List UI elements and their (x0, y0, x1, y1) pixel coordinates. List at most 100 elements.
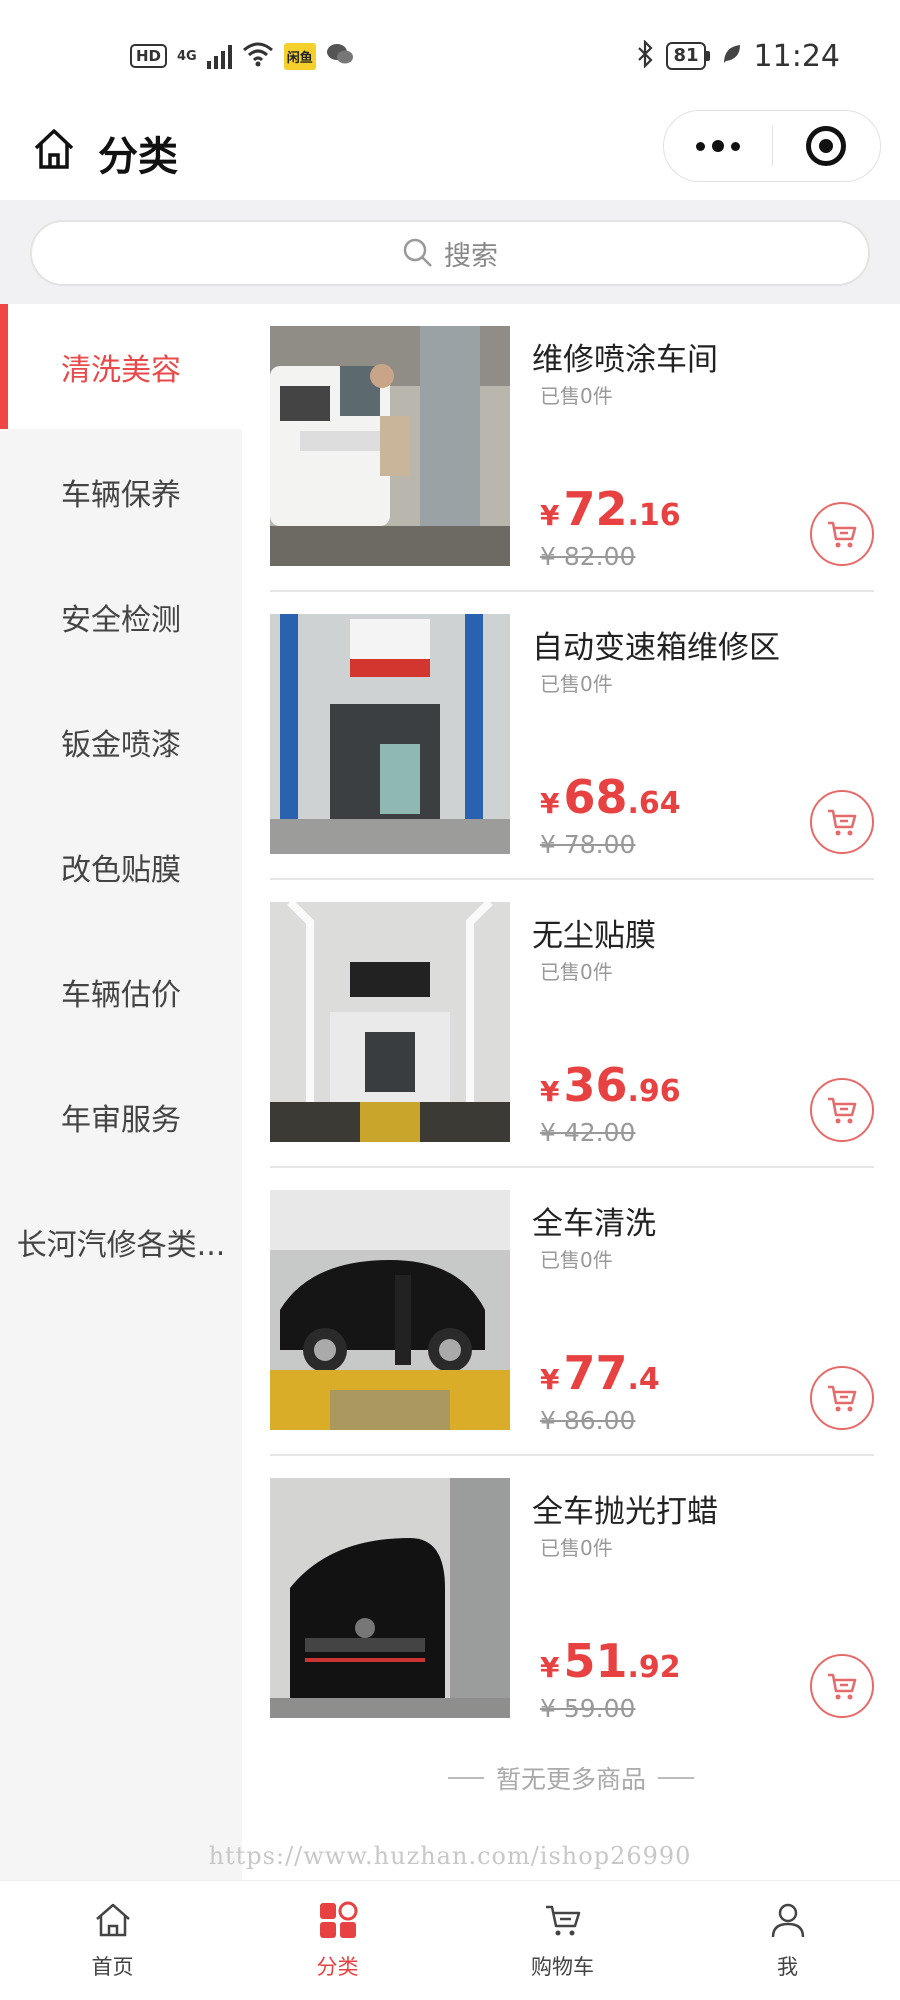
sidebar-item-annual-inspection[interactable]: 年审服务 (0, 1054, 242, 1179)
home-icon (34, 129, 74, 169)
divider (447, 1777, 484, 1779)
add-to-cart-button[interactable] (810, 1654, 874, 1718)
target-icon (806, 126, 847, 166)
product-name: 维修喷涂车间 (532, 342, 718, 378)
sidebar-item-safety-check[interactable]: 安全检测 (0, 554, 242, 679)
product-card[interactable]: 维修喷涂车间 已售0件 ¥72.16 ¥ 82.00 (270, 304, 874, 592)
home-button[interactable] (28, 123, 80, 175)
category-sidebar: 清洗美容 车辆保养 安全检测 钣金喷漆 改色贴膜 车辆估价 年审服务 长河汽修各… (0, 304, 242, 1880)
app-notification-icon: 闲鱼 (283, 42, 316, 70)
no-more-label: 暂无更多商品 (495, 1765, 646, 1794)
status-right: 81 11:24 (636, 36, 840, 76)
product-card[interactable]: 全车抛光打蜡 已售0件 ¥51.92 ¥ 59.00 (270, 1456, 874, 1744)
watermark: https://www.huzhan.com/ishop26990 (208, 1842, 692, 1870)
tab-me[interactable]: 我 (675, 1881, 900, 2000)
product-name: 无尘贴膜 (532, 918, 656, 954)
product-name: 自动变速箱维修区 (532, 630, 780, 666)
no-more-items: 暂无更多商品 (242, 1758, 900, 1798)
sidebar-item-label: 清洗美容 (61, 352, 181, 388)
add-to-cart-button[interactable] (810, 1366, 874, 1430)
sidebar-item-wrap[interactable]: 改色贴膜 (0, 804, 242, 929)
sidebar-item-label: 车辆保养 (61, 477, 181, 513)
status-bar: HD 4G 闲鱼 81 11:24 (0, 0, 900, 110)
product-card[interactable]: 全车清洗 已售0件 ¥77.4 ¥ 86.00 (270, 1168, 874, 1456)
product-image[interactable] (270, 614, 510, 854)
product-original-price: ¥ 59.00 (540, 1694, 636, 1723)
product-image[interactable] (270, 1190, 510, 1430)
tab-cart[interactable]: 购物车 (450, 1881, 675, 2000)
product-price: ¥68.64 (540, 770, 681, 824)
product-card[interactable]: 自动变速箱维修区 已售0件 ¥68.64 ¥ 78.00 (270, 592, 874, 880)
battery-level: 81 (666, 42, 706, 70)
sidebar-item-label: 钣金喷漆 (61, 727, 181, 763)
tab-label: 购物车 (531, 1955, 594, 1979)
product-original-price: ¥ 86.00 (540, 1406, 636, 1435)
nav-bar: 分类 (0, 110, 900, 200)
more-button[interactable] (664, 111, 772, 181)
tab-label: 首页 (91, 1955, 134, 1979)
product-sold-count: 已售0件 (540, 1536, 613, 1560)
product-sold-count: 已售0件 (540, 672, 613, 696)
cart-icon (828, 809, 857, 836)
product-image[interactable] (270, 1478, 510, 1718)
sidebar-item-sheet-metal[interactable]: 钣金喷漆 (0, 679, 242, 804)
wifi-icon (242, 41, 274, 71)
clock: 11:24 (753, 38, 840, 74)
add-to-cart-button[interactable] (810, 790, 874, 854)
tab-label: 分类 (316, 1955, 359, 1979)
sidebar-item-repair-all[interactable]: 长河汽修各类... (0, 1179, 242, 1304)
product-price: ¥36.96 (540, 1058, 681, 1112)
product-price: ¥77.4 (540, 1346, 660, 1400)
sidebar-item-valuation[interactable]: 车辆估价 (0, 929, 242, 1054)
product-image[interactable] (270, 902, 510, 1142)
bluetooth-icon (636, 39, 654, 72)
product-sold-count: 已售0件 (540, 1248, 613, 1272)
cart-icon (828, 1097, 857, 1124)
leaf-icon (722, 43, 742, 69)
hd-indicator: HD (130, 44, 168, 68)
mini-program-capsule (663, 110, 881, 182)
signal-icon (206, 43, 232, 69)
add-to-cart-button[interactable] (810, 502, 874, 566)
user-icon (765, 1897, 811, 1943)
tab-bar: 首页 分类 购物车 我 (0, 1880, 900, 2000)
search-area: 搜索 (0, 200, 900, 304)
sidebar-item-maintenance[interactable]: 车辆保养 (0, 429, 242, 554)
product-original-price: ¥ 78.00 (540, 830, 636, 859)
tab-category[interactable]: 分类 (225, 1881, 450, 2000)
wechat-icon (326, 42, 354, 70)
sidebar-item-label: 改色贴膜 (61, 852, 181, 888)
product-list: 维修喷涂车间 已售0件 ¥72.16 ¥ 82.00 自动变速箱维修区 已售0件… (242, 304, 900, 1880)
close-button[interactable] (773, 111, 881, 181)
sidebar-item-label: 安全检测 (61, 602, 181, 638)
more-dots-icon (711, 140, 724, 152)
category-icon (315, 1897, 361, 1943)
battery-icon: 81 (666, 42, 710, 70)
tab-home[interactable]: 首页 (0, 1881, 225, 2000)
cart-icon (540, 1897, 586, 1943)
sidebar-item-cleaning[interactable]: 清洗美容 (0, 304, 242, 429)
search-input[interactable]: 搜索 (30, 220, 870, 286)
sidebar-item-label: 长河汽修各类... (16, 1227, 226, 1263)
cart-icon (828, 1385, 857, 1412)
search-placeholder: 搜索 (444, 240, 498, 272)
product-price: ¥72.16 (540, 482, 681, 536)
sidebar-item-label: 车辆估价 (61, 977, 181, 1013)
product-sold-count: 已售0件 (540, 960, 613, 984)
product-original-price: ¥ 82.00 (540, 542, 636, 571)
product-name: 全车抛光打蜡 (532, 1494, 718, 1530)
status-left: HD 4G 闲鱼 (130, 36, 354, 76)
cart-icon (828, 521, 857, 548)
product-name: 全车清洗 (532, 1206, 656, 1242)
product-card[interactable]: 无尘贴膜 已售0件 ¥36.96 ¥ 42.00 (270, 880, 874, 1168)
divider (658, 1777, 694, 1779)
tab-label: 我 (777, 1955, 798, 1979)
product-image[interactable] (270, 326, 510, 566)
add-to-cart-button[interactable] (810, 1078, 874, 1142)
home-icon (90, 1897, 136, 1943)
network-type: 4G (177, 48, 197, 64)
product-original-price: ¥ 42.00 (540, 1118, 636, 1147)
product-price: ¥51.92 (540, 1634, 681, 1688)
search-icon (403, 238, 432, 267)
sidebar-item-label: 年审服务 (61, 1102, 181, 1138)
